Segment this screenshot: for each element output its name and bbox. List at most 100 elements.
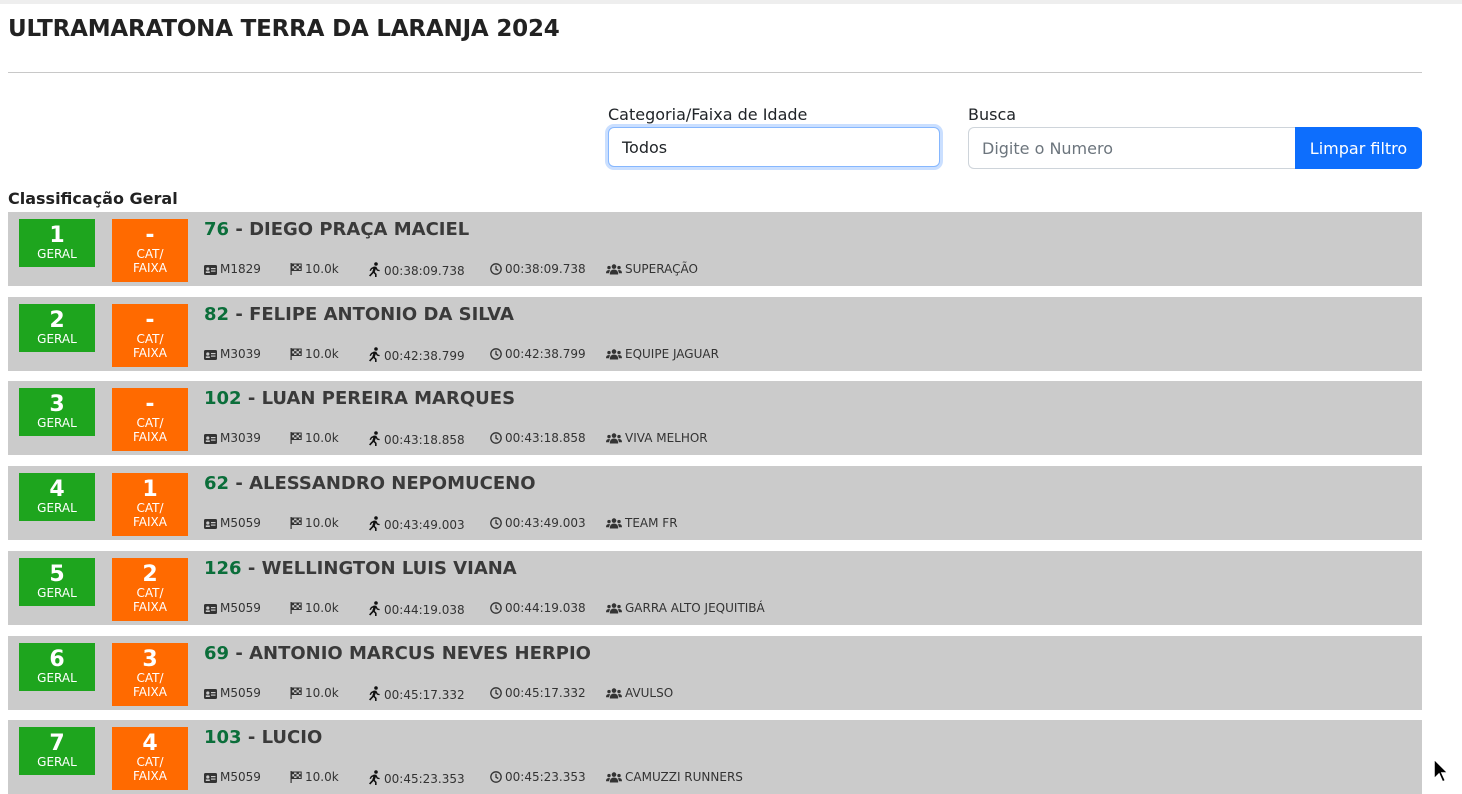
overall-label: GERAL (37, 247, 77, 261)
checkered-flag-icon (290, 601, 305, 615)
gross-time-value: 00:38:09.738 (505, 262, 586, 276)
result-row[interactable]: 4 GERAL 1 CAT/ FAIXA 62 - ALESSANDRO NEPOMUC… (8, 466, 1422, 541)
checkered-flag-icon (290, 347, 305, 361)
gross-time: 00:38:09.738 (490, 262, 586, 276)
overall-position: 5 (49, 561, 65, 587)
checkered-flag-icon (290, 770, 305, 784)
athlete-category: M5059 (204, 516, 261, 530)
category-label: CAT/ FAIXA (133, 331, 167, 360)
team: EQUIPE JAGUAR (606, 347, 719, 361)
category-position: - (145, 223, 155, 248)
result-row[interactable]: 7 GERAL 4 CAT/ FAIXA 103 - LUCIO M5059 10.0k 00… (8, 720, 1422, 794)
checkered-flag-icon (290, 516, 305, 530)
athlete-name: LUCIO (261, 727, 323, 749)
mouse-cursor-icon (1433, 758, 1450, 784)
category-code: M5059 (220, 770, 261, 785)
net-time-value: 00:45:23.353 (384, 772, 465, 787)
team: CAMUZZI RUNNERS (606, 770, 743, 784)
page-title: ULTRAMARATONA TERRA DA LARANJA 2024 (8, 16, 560, 42)
category-position: 4 (142, 731, 158, 757)
bib-number: 102 (204, 388, 242, 410)
category-position: 1 (142, 477, 158, 503)
net-time: 00:43:49.003 (366, 516, 465, 532)
team-name: AVULSO (625, 685, 674, 700)
category-label: CAT/ FAIXA (133, 585, 167, 614)
runner-icon (366, 770, 384, 786)
bib-number: 126 (204, 557, 242, 579)
athlete-category: M5059 (204, 686, 261, 700)
athlete-name: LUAN PEREIRA MARQUES (261, 388, 516, 410)
search-input[interactable] (968, 127, 1296, 169)
clock-icon (490, 770, 505, 784)
result-row[interactable]: 2 GERAL - CAT/ FAIXA 82 - FELIPE ANTONIO DA … (8, 296, 1422, 371)
id-card-icon (204, 431, 220, 445)
gross-time: 00:45:23.353 (490, 770, 586, 784)
net-time-value: 00:42:38.799 (384, 348, 465, 363)
overall-label: GERAL (37, 670, 77, 685)
race-distance: 10.0k (290, 601, 339, 615)
distance-value: 10.0k (305, 600, 339, 615)
clock-icon (490, 686, 505, 700)
runner-icon (366, 516, 384, 532)
distance-value: 10.0k (305, 685, 339, 700)
result-row[interactable]: 1 GERAL - CAT/ FAIXA 76 - DIEGO PRAÇA MACIEL… (8, 212, 1422, 286)
gross-time-value: 00:42:38.799 (505, 346, 586, 361)
gross-time-value: 00:45:23.353 (505, 770, 586, 785)
top-border (0, 0, 1462, 4)
overall-position-badge: 6 GERAL (19, 642, 95, 691)
team-name: VIVA MELHOR (625, 431, 708, 446)
result-row[interactable]: 5 GERAL 2 CAT/ FAIXA 126 - WELLINGTON LUIS V… (8, 550, 1422, 625)
overall-label: GERAL (37, 585, 77, 600)
bib-number: 62 (204, 473, 230, 495)
runner-icon (366, 685, 384, 702)
race-distance: 10.0k (290, 262, 339, 276)
checkered-flag-icon (290, 686, 305, 700)
users-icon (606, 516, 625, 530)
divider (8, 72, 1422, 73)
team-name: SUPERAÇÃO (625, 262, 698, 276)
category-position-badge: 2 CAT/ FAIXA (112, 557, 188, 621)
race-distance: 10.0k (290, 347, 339, 361)
gross-time-value: 00:43:49.003 (505, 516, 586, 531)
category-position: 3 (142, 646, 158, 672)
category-filter-label: Categoria/Faixa de Idade (608, 105, 808, 124)
net-time-value: 00:45:17.332 (384, 687, 465, 702)
users-icon (606, 262, 625, 276)
users-icon (606, 431, 625, 445)
gross-time: 00:42:38.799 (490, 347, 586, 361)
gross-time: 00:44:19.038 (490, 601, 586, 615)
category-select[interactable]: Todos (608, 127, 940, 167)
checkered-flag-icon (290, 431, 305, 445)
net-time-value: 00:44:19.038 (384, 602, 465, 617)
category-label: CAT/ FAIXA (133, 247, 167, 275)
clear-filter-button[interactable]: Limpar filtro (1295, 127, 1422, 169)
athlete-heading: 62 - ALESSANDRO NEPOMUCENO (204, 473, 536, 494)
bib-number: 82 (204, 303, 230, 325)
bib-number: 103 (204, 727, 242, 749)
overall-position-badge: 2 GERAL (19, 303, 95, 352)
gross-time-value: 00:45:17.332 (505, 685, 586, 700)
athlete-category: M3039 (204, 431, 261, 445)
team: GARRA ALTO JEQUITIBÁ (606, 601, 765, 615)
athlete-heading: 82 - FELIPE ANTONIO DA SILVA (204, 304, 514, 325)
bib-number: 76 (204, 219, 230, 240)
result-row[interactable]: 6 GERAL 3 CAT/ FAIXA 69 - ANTONIO MARCUS NEV… (8, 635, 1422, 710)
category-position-badge: - CAT/ FAIXA (112, 303, 188, 367)
result-row[interactable]: 3 GERAL - CAT/ FAIXA 102 - LUAN PEREIRA MARQ… (8, 381, 1422, 456)
team-name: TEAM FR (625, 516, 678, 531)
clock-icon (490, 601, 505, 615)
overall-position: 7 (49, 731, 65, 757)
distance-value: 10.0k (305, 770, 339, 785)
category-code: M5059 (220, 516, 261, 531)
overall-position: 2 (49, 307, 65, 333)
overall-position: 4 (49, 477, 65, 503)
team: TEAM FR (606, 516, 678, 530)
athlete-heading: 102 - LUAN PEREIRA MARQUES (204, 388, 515, 409)
overall-position-badge: 1 GERAL (19, 219, 95, 267)
gross-time: 00:43:18.858 (490, 431, 586, 445)
category-label: CAT/ FAIXA (133, 501, 167, 530)
name-separator: - (229, 642, 250, 664)
athlete-name: FELIPE ANTONIO DA SILVA (249, 303, 514, 325)
section-title: Classificação Geral (8, 189, 178, 208)
athlete-category: M1829 (204, 262, 261, 276)
